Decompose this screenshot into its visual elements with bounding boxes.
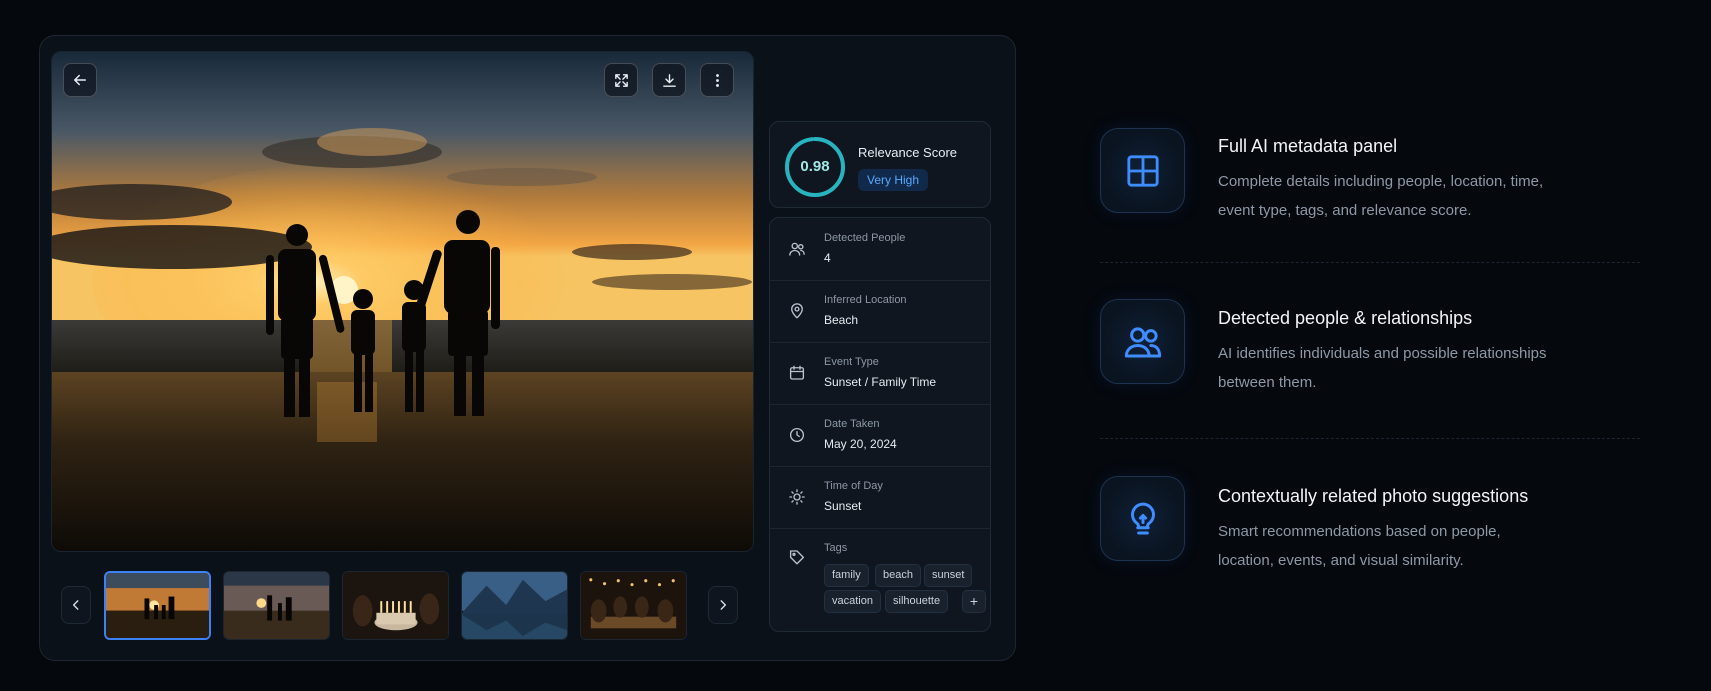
clock-icon (789, 427, 805, 443)
meta-label: Detected People (824, 232, 906, 244)
feature-divider (1100, 438, 1640, 439)
thumbnails-prev-button[interactable] (61, 586, 91, 624)
add-tag-button[interactable]: + (962, 590, 986, 613)
location-pin-icon (791, 303, 803, 319)
photo-viewer[interactable] (51, 51, 754, 552)
thumbnail-3[interactable] (342, 571, 449, 640)
feature-description-line: Smart recommendations based on people, (1218, 523, 1501, 540)
expand-icon (614, 73, 628, 87)
thumbnails-next-button[interactable] (708, 586, 738, 624)
feature-description-line: location, events, and visual similarity. (1218, 552, 1464, 569)
feature-description: Smart recommendations based on people, l… (1218, 517, 1618, 575)
feature-description: AI identifies individuals and possible r… (1218, 339, 1618, 397)
calendar-icon (789, 365, 805, 380)
thumbnail-dinner-party (581, 572, 686, 639)
tag-chip[interactable]: silhouette (885, 590, 949, 613)
more-options-button[interactable] (700, 63, 734, 97)
feature-divider (1100, 262, 1640, 263)
tag-chip[interactable]: beach (875, 564, 921, 587)
sun-icon (789, 489, 805, 505)
meta-row-time-of-day: Time of Day Sunset (770, 466, 990, 529)
feature-icon-people (1100, 299, 1185, 384)
feature-title: Full AI metadata panel (1218, 136, 1398, 156)
feature-description: Complete details including people, locat… (1218, 167, 1618, 225)
thumbnail-mountain-lake (462, 572, 567, 639)
meta-label: Time of Day (824, 480, 883, 492)
arrow-left-icon (74, 74, 86, 86)
thumbnail-2[interactable] (223, 571, 330, 640)
relevance-level-badge: Very High (858, 169, 929, 191)
tag-chip[interactable]: family (824, 564, 869, 587)
people-icon (789, 242, 805, 256)
main-photo (52, 52, 753, 551)
download-icon (662, 73, 676, 87)
tag-chip[interactable]: sunset (924, 564, 973, 587)
relevance-score-title: Relevance Score (858, 145, 957, 160)
chevron-left-icon (72, 600, 79, 610)
meta-value: Beach (824, 313, 859, 327)
tag-chip[interactable]: vacation (824, 590, 881, 613)
meta-label: Event Type (824, 356, 879, 368)
meta-label: Date Taken (824, 418, 880, 430)
feature-title: Contextually related photo suggestions (1218, 486, 1529, 506)
meta-value: Sunset (824, 499, 862, 513)
meta-label: Tags (824, 542, 848, 554)
feature-icon-metadata (1100, 128, 1185, 213)
more-vertical-icon (715, 73, 719, 87)
feature-icon-suggestions (1100, 476, 1185, 561)
meta-row-inferred-location: Inferred Location Beach (770, 280, 990, 343)
fullscreen-button[interactable] (604, 63, 638, 97)
meta-value: 4 (824, 251, 831, 265)
meta-value: May 20, 2024 (824, 437, 897, 451)
relevance-score-card: 0.98 Relevance Score Very High (769, 121, 991, 208)
metadata-panel: Detected People 4 Inferred Location Beac… (769, 217, 991, 632)
thumbnail-1[interactable] (104, 571, 211, 640)
thumbnail-family-beach-sunset (106, 573, 209, 638)
meta-value: Sunset / Family Time (824, 375, 937, 389)
feature-description-line: between them. (1218, 374, 1317, 391)
lightbulb-icon (1130, 502, 1155, 534)
meta-row-date-taken: Date Taken May 20, 2024 (770, 404, 990, 467)
meta-label: Inferred Location (824, 294, 907, 306)
people-icon (1124, 326, 1161, 357)
feature-description-line: Complete details including people, locat… (1218, 173, 1544, 190)
feature-title: Detected people & relationships (1218, 308, 1473, 328)
thumbnail-birthday-cake (343, 572, 448, 639)
meta-row-tags: Tags family beach sunset vacation silhou… (770, 528, 990, 631)
relevance-score-value: 0.98 (800, 158, 830, 175)
meta-row-detected-people: Detected People 4 (770, 218, 990, 281)
back-button[interactable] (63, 63, 97, 97)
meta-row-event-type: Event Type Sunset / Family Time (770, 342, 990, 405)
feature-description-line: AI identifies individuals and possible r… (1218, 345, 1547, 362)
thumbnail-4[interactable] (461, 571, 568, 640)
grid-panel-icon (1126, 154, 1159, 187)
tag-icon (789, 550, 805, 565)
thumbnail-5[interactable] (580, 571, 687, 640)
thumbnail-family-beach-dusk (224, 572, 329, 639)
download-button[interactable] (652, 63, 686, 97)
feature-description-line: event type, tags, and relevance score. (1218, 202, 1472, 219)
chevron-right-icon (720, 600, 727, 610)
